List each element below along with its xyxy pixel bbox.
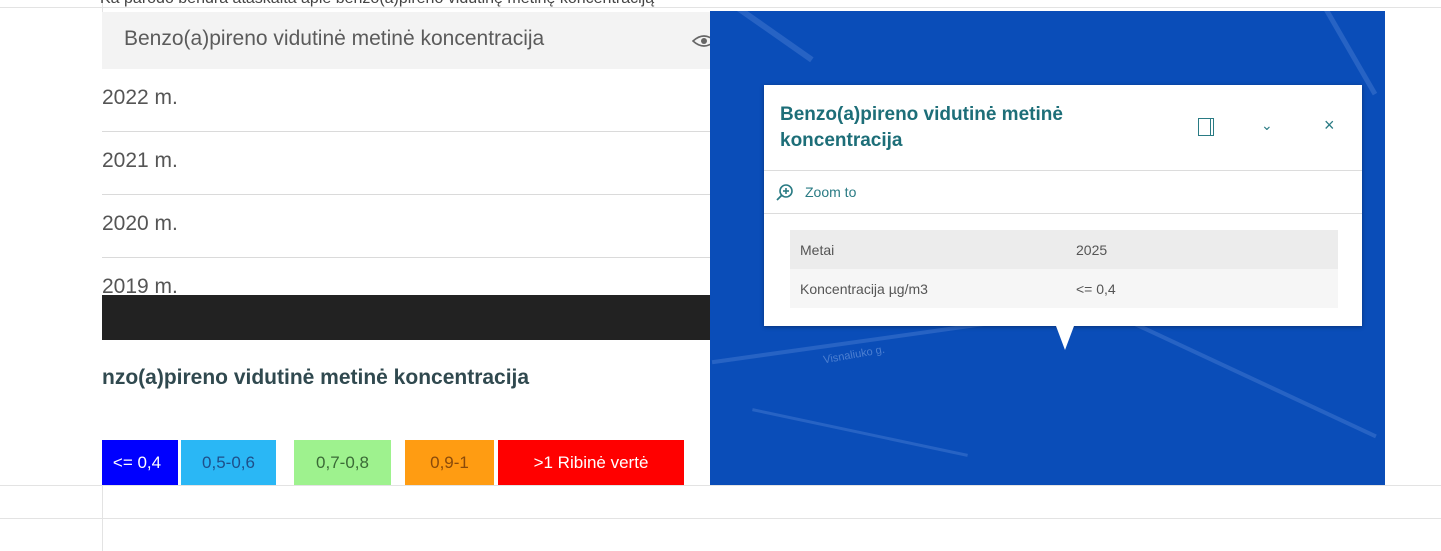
close-icon[interactable]: × [1324,115,1335,136]
grid-line-row-2 [0,518,1441,519]
table-row: Metai 2025 [790,230,1338,269]
year-item-2022[interactable]: 2022 m. [102,69,710,132]
year-label: 2021 m. [102,149,178,172]
popup-pointer [1056,326,1074,350]
attribute-key: Koncentracija µg/m3 [790,269,1066,308]
legend-chip-low: 0,5-0,6 [181,440,276,485]
year-item-2020[interactable]: 2020 m. [102,195,710,258]
legend-chip-label: 0,9-1 [430,453,469,472]
legend-title: nzo(a)pireno vidutinė metinė koncentraci… [102,366,530,389]
year-item-2021[interactable]: 2021 m. [102,132,710,195]
popup-divider [764,213,1362,214]
attribute-value: <= 0,4 [1066,269,1338,308]
chevron-down-icon[interactable]: ⌄ [1261,117,1273,134]
legend-chip-lowest: <= 0,4 [102,440,178,485]
feature-popup: Benzo(a)pireno vidutinė metinė koncentra… [764,85,1362,326]
legend-chip-label: >1 Ribinė vertė [533,453,649,472]
attribute-value: 2025 [1066,230,1338,269]
legend-chip-label: 0,7-0,8 [316,453,369,472]
cut-caption: Ka parodo bendra ataskaita apie benzo(a)… [100,0,654,8]
dock-icon[interactable] [1198,118,1214,136]
zoom-in-icon [776,184,793,201]
legend-chip-medium: 0,7-0,8 [294,440,391,485]
zoom-to-label: Zoom to [805,184,857,200]
map-road [736,11,814,63]
popup-divider [764,170,1362,171]
visibility-eye-icon[interactable] [692,34,710,48]
layer-list-panel: Benzo(a)pireno vidutinė metinė koncentra… [102,12,710,485]
map-view[interactable]: Visnaliuko g. Benzo(a)pireno vidutinė me… [710,11,1385,485]
year-label: 2020 m. [102,212,178,235]
map-road [1103,307,1377,439]
legend-chip-high: 0,9-1 [405,440,494,485]
attribute-key: Metai [790,230,1066,269]
legend-chip-limit: >1 Ribinė vertė [498,440,684,485]
table-row: Koncentracija µg/m3 <= 0,4 [790,269,1338,308]
legend-chip-label: <= 0,4 [112,453,162,472]
layer-header[interactable]: Benzo(a)pireno vidutinė metinė koncentra… [102,12,710,69]
popup-title: Benzo(a)pireno vidutinė metinė koncentra… [780,104,1063,151]
map-road [752,408,968,457]
year-label: 2022 m. [102,86,178,109]
map-road [1302,11,1378,96]
dark-divider-bar [102,295,710,340]
attribute-table: Metai 2025 Koncentracija µg/m3 <= 0,4 [790,230,1338,308]
legend-chip-label: 0,5-0,6 [202,453,255,472]
layer-title: Benzo(a)pireno vidutinė metinė koncentra… [124,27,545,50]
grid-line-row-1 [0,485,1441,486]
